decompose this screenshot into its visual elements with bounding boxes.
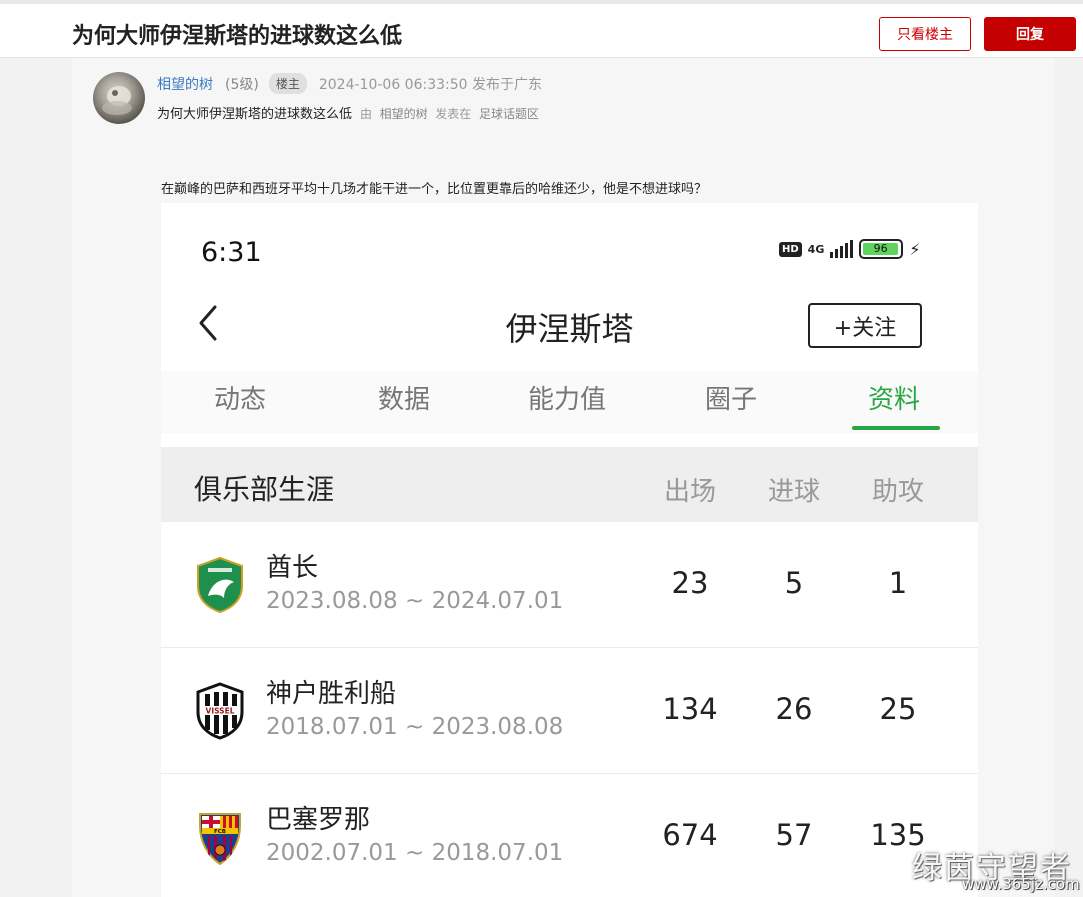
barcelona-crest-icon: FCB bbox=[199, 813, 241, 866]
by-text: 由 bbox=[359, 107, 372, 121]
club-dates: 2018.07.01 ~ 2023.08.08 bbox=[266, 714, 564, 740]
appearances-value: 134 bbox=[662, 692, 718, 726]
appearances-value: 674 bbox=[662, 818, 718, 852]
post-body: 在巅峰的巴萨和西班牙平均十几场才能干进一个，比位置更靠后的哈维还少，他是不想进球… bbox=[161, 182, 708, 197]
club-name: 巴塞罗那 bbox=[266, 805, 371, 835]
assists-value: 1 bbox=[888, 566, 908, 600]
top-bar: 为何大师伊涅斯塔的进球数这么低 只看楼主 回复 bbox=[0, 0, 1083, 58]
charging-icon: ⚡ bbox=[909, 239, 921, 259]
watermark-url: www.365jz.com bbox=[962, 875, 1080, 893]
thread-title: 为何大师伊涅斯塔的进球数这么低 bbox=[72, 24, 403, 49]
post-time: 2024-10-06 06:33:50 发布于广东 bbox=[318, 76, 542, 93]
signal-icon bbox=[830, 240, 854, 258]
vissel-crest-text: VISSEL bbox=[206, 707, 235, 716]
club-name: 神户胜利船 bbox=[266, 679, 397, 709]
column-goals: 进球 bbox=[767, 477, 820, 507]
tab-bar: 动态 数据 能力值 圈子 资料 bbox=[161, 371, 978, 433]
reply-button[interactable]: 回复 bbox=[984, 17, 1076, 51]
club-name: 酋长 bbox=[266, 553, 319, 583]
embedded-phone-screenshot: 6:31 HD 4G 96 ⚡ 伊涅斯塔 +关注 动态 数据 能力值 圈子 资料… bbox=[161, 203, 978, 897]
tab-ability[interactable]: 能力值 bbox=[528, 379, 606, 416]
status-clock: 6:31 bbox=[201, 237, 262, 268]
column-assists: 助攻 bbox=[871, 477, 924, 507]
tab-data[interactable]: 数据 bbox=[378, 379, 430, 416]
vissel-kobe-crest-icon: VISSEL bbox=[196, 682, 244, 740]
goals-value: 57 bbox=[775, 818, 813, 852]
barcelona-crest-text: FCB bbox=[214, 829, 226, 835]
tab-dynamics[interactable]: 动态 bbox=[214, 379, 266, 416]
forum-link[interactable]: 足球话题区 bbox=[479, 107, 539, 121]
network-type: 4G bbox=[807, 242, 825, 256]
assists-value: 25 bbox=[879, 692, 917, 726]
post-meta: 相望的树 (5级) 楼主 2024-10-06 06:33:50 发布于广东 bbox=[157, 73, 542, 94]
post-subtitle: 为何大师伊涅斯塔的进球数这么低 bbox=[157, 107, 353, 122]
goals-value: 5 bbox=[784, 566, 804, 600]
battery-level: 96 bbox=[863, 243, 898, 255]
goals-value: 26 bbox=[775, 692, 813, 726]
avatar[interactable] bbox=[93, 72, 145, 124]
tab-circle[interactable]: 圈子 bbox=[705, 379, 757, 416]
career-title: 俱乐部生涯 bbox=[194, 473, 335, 506]
hd-icon: HD bbox=[779, 241, 802, 257]
table-row[interactable]: FCB 巴塞罗那 2002.07.01 ~ 2018.07.01 674 57 … bbox=[161, 774, 978, 897]
posted-in-text: 发表在 bbox=[435, 107, 472, 121]
career-header: 俱乐部生涯 出场 进球 助攻 bbox=[161, 447, 978, 522]
status-icons: HD 4G 96 ⚡ bbox=[779, 239, 921, 259]
author-level: (5级) bbox=[225, 76, 259, 93]
avatar-image-icon bbox=[102, 86, 132, 115]
active-tab-indicator bbox=[852, 426, 940, 430]
table-row[interactable]: 酋长 2023.08.08 ~ 2024.07.01 23 5 1 bbox=[161, 522, 978, 648]
emirates-crest-icon bbox=[197, 556, 243, 614]
by-author-link[interactable]: 相望的树 bbox=[380, 107, 428, 121]
op-badge: 楼主 bbox=[268, 73, 307, 94]
column-appearances: 出场 bbox=[663, 477, 716, 507]
battery-icon: 96 bbox=[859, 239, 904, 259]
follow-button[interactable]: +关注 bbox=[808, 303, 922, 348]
post-subtitle-line: 为何大师伊涅斯塔的进球数这么低 由 相望的树 发表在 足球话题区 bbox=[157, 103, 539, 122]
appearances-value: 23 bbox=[671, 566, 709, 600]
club-dates: 2002.07.01 ~ 2018.07.01 bbox=[266, 840, 564, 866]
tab-profile[interactable]: 资料 bbox=[868, 379, 920, 416]
only-op-button[interactable]: 只看楼主 bbox=[879, 17, 971, 51]
table-row[interactable]: VISSEL 神户胜利船 2018.07.01 ~ 2023.08.08 134… bbox=[161, 648, 978, 774]
author-link[interactable]: 相望的树 bbox=[157, 74, 213, 94]
left-sidebar-strip bbox=[0, 58, 50, 897]
club-dates: 2023.08.08 ~ 2024.07.01 bbox=[266, 588, 564, 614]
